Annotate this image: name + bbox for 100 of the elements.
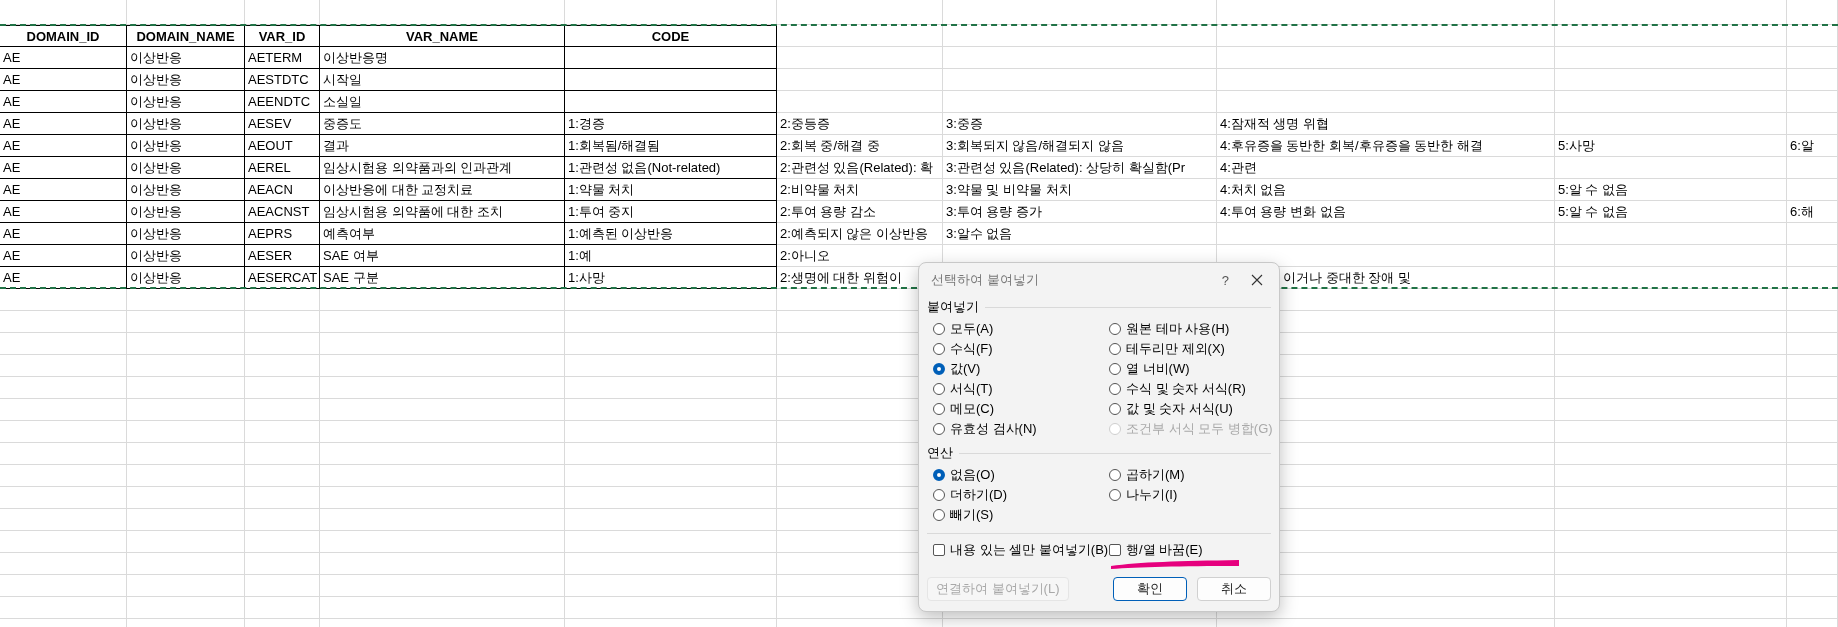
section-label: 붙여넣기	[927, 298, 979, 316]
table-cell: AE	[0, 267, 127, 289]
close-icon[interactable]	[1251, 274, 1263, 286]
table-cell: AESER	[245, 245, 320, 267]
table-cell: 예측여부	[320, 223, 565, 245]
table-cell: 이상반응	[127, 47, 245, 69]
table-cell: 이상반응	[127, 179, 245, 201]
table-cell: 이상반응	[127, 245, 245, 267]
table-cell: 6:알	[1790, 137, 1814, 155]
table-cell: AE	[0, 113, 127, 135]
radio-option: 조건부 서식 모두 병합(G)	[1109, 419, 1273, 439]
table-cell: AE	[0, 179, 127, 201]
table-cell: 1:투여 중지	[565, 201, 777, 223]
radio-option[interactable]: 메모(C)	[933, 399, 1109, 419]
radio-option[interactable]: 열 너비(W)	[1109, 359, 1273, 379]
table-cell: 소실일	[320, 91, 565, 113]
radio-option[interactable]: 빼기(S)	[933, 505, 1109, 525]
table-cell: AESEV	[245, 113, 320, 135]
table-cell: AE	[0, 157, 127, 179]
table-cell: 시작일	[320, 69, 565, 91]
column-header: CODE	[565, 25, 777, 47]
table-cell: 임상시험용 의약품과의 인과관계	[320, 157, 565, 179]
table-cell: 3:관련성 있음(Related): 상당히 확실함(Pr	[946, 159, 1186, 177]
table-cell: 3:중증	[946, 115, 983, 133]
table-cell: SAE 여부	[320, 245, 565, 267]
table-cell: 5:알 수 없음	[1558, 203, 1629, 221]
radio-option[interactable]: 나누기(I)	[1109, 485, 1271, 505]
table-cell: 중증도	[320, 113, 565, 135]
radio-option[interactable]: 수식 및 숫자 서식(R)	[1109, 379, 1273, 399]
radio-option[interactable]: 없음(O)	[933, 465, 1109, 485]
section-label: 연산	[927, 444, 953, 462]
help-button[interactable]: ?	[1221, 272, 1229, 288]
table-cell: 2:생명에 대한 위험이	[780, 269, 903, 287]
table-cell: 임상시험용 의약품에 대한 조치	[320, 201, 565, 223]
radio-option[interactable]: 곱하기(M)	[1109, 465, 1271, 485]
table-cell: 4:후유증을 동반한 회복/후유증을 동반한 해결	[1220, 137, 1483, 155]
table-cell: 5:사망	[1558, 137, 1595, 155]
table-cell: 이상반응	[127, 135, 245, 157]
radio-option[interactable]: 원본 테마 사용(H)	[1109, 319, 1273, 339]
table-cell: AEREL	[245, 157, 320, 179]
table-cell: AESERCAT	[245, 267, 320, 289]
column-header: VAR_NAME	[320, 25, 565, 47]
table-cell: 4:관련	[1220, 159, 1257, 177]
table-cell: AE	[0, 223, 127, 245]
table-cell: AE	[0, 201, 127, 223]
table-cell: AETERM	[245, 47, 320, 69]
radio-option[interactable]: 더하기(D)	[933, 485, 1109, 505]
table-cell: 1:예측된 이상반응	[565, 223, 777, 245]
table-cell: AE	[0, 47, 127, 69]
table-cell: AE	[0, 135, 127, 157]
radio-option[interactable]: 값 및 숫자 서식(U)	[1109, 399, 1273, 419]
table-cell: 2:회복 중/해결 중	[780, 137, 880, 155]
table-cell: 이거나 중대한 장애 및	[1283, 269, 1411, 287]
table-cell: 2:관련성 있음(Related): 확	[780, 159, 934, 177]
table-cell: 1:회복됨/해결됨	[565, 135, 777, 157]
table-cell: AEACNST	[245, 201, 320, 223]
radio-option[interactable]: 서식(T)	[933, 379, 1109, 399]
table-cell: 결과	[320, 135, 565, 157]
table-cell: 2:중등증	[780, 115, 830, 133]
table-cell: 이상반응	[127, 157, 245, 179]
radio-option[interactable]: 유효성 검사(N)	[933, 419, 1109, 439]
table-cell: 2:투여 용량 감소	[780, 203, 877, 221]
radio-option[interactable]: 모두(A)	[933, 319, 1109, 339]
table-cell: 1:예	[565, 245, 777, 267]
table-cell: 이상반응	[127, 69, 245, 91]
column-header: VAR_ID	[245, 25, 320, 47]
table-cell: 이상반응	[127, 267, 245, 289]
table-cell: 2:예측되지 않은 이상반응	[780, 225, 929, 243]
table-cell: 2:비약물 처치	[780, 181, 860, 199]
table-cell: AEPRS	[245, 223, 320, 245]
column-header: DOMAIN_NAME	[127, 25, 245, 47]
cancel-button[interactable]: 취소	[1197, 577, 1271, 601]
table-cell: 이상반응	[127, 223, 245, 245]
table-cell: AE	[0, 91, 127, 113]
table-cell: AE	[0, 245, 127, 267]
radio-option[interactable]: 테두리만 제외(X)	[1109, 339, 1273, 359]
table-cell: AESTDTC	[245, 69, 320, 91]
dialog-title: 선택하여 붙여넣기	[931, 271, 1040, 289]
table-cell: 2:아니오	[780, 247, 830, 265]
table-cell: AEACN	[245, 179, 320, 201]
table-cell: SAE 구분	[320, 267, 565, 289]
checkbox-option[interactable]: 내용 있는 셀만 붙여넣기(B)	[933, 541, 1109, 559]
table-cell: 4:잠재적 생명 위협	[1220, 115, 1330, 133]
table-cell: 이상반응에 대한 교정치료	[320, 179, 565, 201]
ok-button[interactable]: 확인	[1113, 577, 1187, 601]
table-cell: 3:약물 및 비약물 처치	[946, 181, 1072, 199]
table-cell: 1:경증	[565, 113, 777, 135]
table-cell: 3:알수 없음	[946, 225, 1013, 243]
table-cell: 5:알 수 없음	[1558, 181, 1629, 199]
table-cell: 이상반응	[127, 113, 245, 135]
radio-option[interactable]: 수식(F)	[933, 339, 1109, 359]
table-cell: AE	[0, 69, 127, 91]
table-cell: 1:약물 처치	[565, 179, 777, 201]
checkbox-option[interactable]: 행/열 바꿈(E)	[1109, 541, 1271, 559]
table-cell: AEOUT	[245, 135, 320, 157]
table-cell: 1:사망	[565, 267, 777, 289]
table-cell: 이상반응명	[320, 47, 565, 69]
table-cell: 4:투여 용량 변화 없음	[1220, 203, 1346, 221]
radio-option[interactable]: 값(V)	[933, 359, 1109, 379]
table-cell: 3:회복되지 않음/해결되지 않음	[946, 137, 1124, 155]
